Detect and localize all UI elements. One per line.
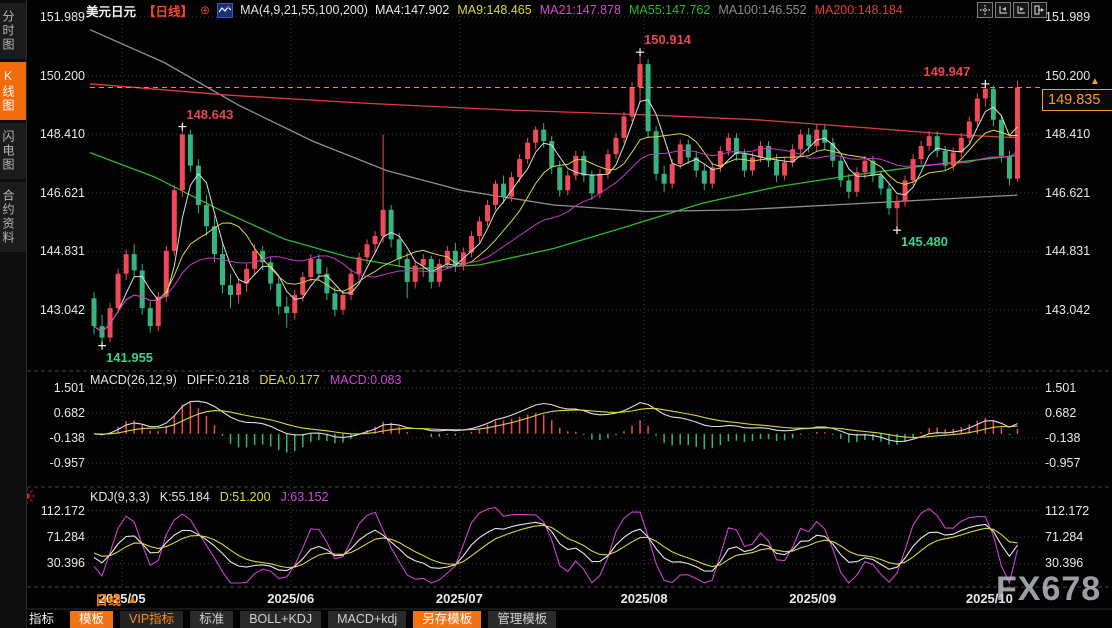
price-axis-label: 143.042 [1045,302,1090,318]
bottom-toolbar-button-6[interactable]: 另存模板 [413,611,481,628]
price-axis-label: 148.410 [1045,126,1090,142]
macd-dea-value: DEA:0.177 [259,373,319,387]
price-axis-label: 146.621 [29,185,85,201]
price-axis-label: 143.042 [29,302,85,318]
macd-axis-label: -0.138 [29,430,85,446]
axis-pan-icon[interactable] [1013,2,1029,18]
price-annotation: 145.480 [901,234,948,249]
axis-scale-icon[interactable] [995,2,1011,18]
macd-axis-label: -0.957 [29,455,85,471]
bottom-toolbar-button-2[interactable]: VIP指标 [120,611,183,628]
bottom-toolbar-button-7[interactable]: 管理模板 [488,611,556,628]
kdj-axis-label: 71.284 [29,529,85,545]
sidebar-tab-3[interactable]: 合约资料 [0,182,26,252]
price-annotation: 148.643 [186,107,233,122]
date-label: 2025/09 [789,591,836,606]
date-label: 2025/08 [621,591,668,606]
price-annotation: 149.947 [923,64,970,79]
macd-diff-value: DIFF:0.218 [187,373,250,387]
price-annotation: 141.955 [106,350,153,365]
chart-toolbar-icons [977,2,1047,18]
date-label: 2025/07 [436,591,483,606]
price-axis-label: 148.410 [29,126,85,142]
ma-legend-item-4: MA100:146.552 [718,3,806,17]
period-selector[interactable]: 日线 ▲ [95,590,138,609]
ma-legend: MA4:147.902 MA9:148.465 MA21:147.878 MA55:1… [375,3,911,17]
macd-axis-label: 1.501 [29,380,85,396]
bottom-toolbar-button-3[interactable]: 标准 [190,611,233,628]
bottom-toolbar: 指标模板 VIP指标标准 BOLL+KDJ MACD+kdj 另存模板管理模板 [20,610,1112,628]
price-arrow-icon: ▲ [1090,76,1100,87]
kdj-header: KDJ(9,3,3) K:55.184 D:51.200 J:63.152 [90,490,329,504]
macd-axis-label: 0.682 [1045,405,1076,421]
bottom-toolbar-button-4[interactable]: BOLL+KDJ [240,611,321,628]
kdj-axis-label: 71.284 [1045,529,1083,545]
kdj-k-value: K:55.184 [160,490,210,504]
price-axis-label: 144.831 [29,243,85,259]
price-axis-label: 151.989 [1045,9,1090,25]
watermark: FX678 [996,570,1101,609]
ma-legend-item-1: MA9:148.465 [457,3,531,17]
ma-legend-item-3: MA55:147.762 [629,3,710,17]
macd-title: MACD(26,12,9) [90,373,177,387]
ma-legend-item-2: MA21:147.878 [540,3,621,17]
price-axis-label: 150.200 [1045,68,1090,84]
macd-axis-label: 1.501 [1045,380,1076,396]
macd-header: MACD(26,12,9) DIFF:0.218 DEA:0.177 MACD:… [90,373,401,387]
macd-axis-label: 0.682 [29,405,85,421]
macd-axis-label: -0.957 [1045,455,1080,471]
price-axis-label: 146.621 [1045,185,1090,201]
sidebar-tab-2[interactable]: 闪电图 [0,123,26,179]
price-axis-label: 144.831 [1045,243,1090,259]
kdj-axis-label: 30.396 [29,555,85,571]
kdj-axis-label: 112.172 [29,503,85,519]
kdj-title: KDJ(9,3,3) [90,490,150,504]
macd-macd-value: MACD:0.083 [330,373,402,387]
price-axis-label: 151.989 [29,9,85,25]
ma-indicator-icon[interactable] [217,3,233,18]
export-icon[interactable] [1031,2,1047,18]
ma-legend-item-5: MA200:148.184 [815,3,903,17]
sidebar-tab-0[interactable]: 分时图 [0,3,26,59]
price-annotation: 150.914 [644,32,691,47]
crosshair-icon[interactable] [977,2,993,18]
chart-header: 美元日元 【日线】 ⊕ MA(4,9,21,55,100,200) MA4:14… [86,2,911,18]
symbol-title: 美元日元 [86,1,136,20]
price-axis-label: 150.200 [29,68,85,84]
sidebar: 分时图 K线图闪电图合约资料 [0,0,27,628]
triangle-up-icon: ▲ [127,594,138,606]
chart-canvas[interactable] [0,0,1112,628]
kdj-d-value: D:51.200 [220,490,271,504]
bottom-toolbar-button-1[interactable]: 模板 [70,611,113,628]
last-price-tag: 149.835 [1042,89,1112,111]
date-label: 2025/06 [267,591,314,606]
bottom-toolbar-button-0[interactable]: 指标 [20,611,63,628]
bottom-toolbar-button-5[interactable]: MACD+kdj [328,611,406,628]
circle-plus-icon[interactable]: ⊕ [200,4,210,16]
ma-settings-label: MA(4,9,21,55,100,200) [240,3,368,17]
macd-axis-label: -0.138 [1045,430,1080,446]
kdj-j-value: J:63.152 [281,490,329,504]
trading-chart-app: 分时图 K线图闪电图合约资料 美元日元 【日线】 ⊕ MA(4,9,21,55,1… [0,0,1112,628]
kdj-axis-label: 112.172 [1045,503,1089,519]
ma-legend-item-0: MA4:147.902 [375,3,449,17]
sidebar-tab-1[interactable]: K线图 [0,62,26,120]
period-tag: 【日线】 [143,1,193,20]
